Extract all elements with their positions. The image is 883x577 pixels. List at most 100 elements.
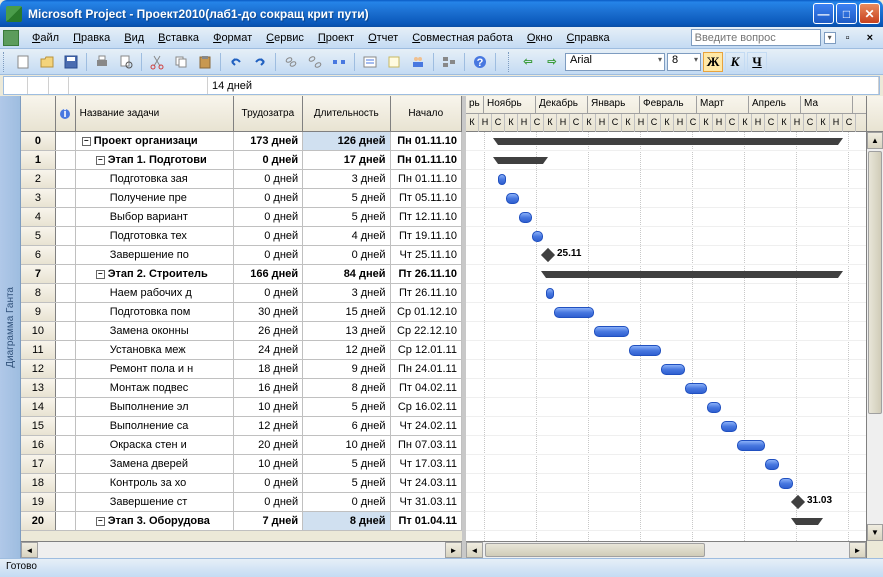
new-button[interactable]	[12, 51, 34, 73]
gantt-row[interactable]	[466, 227, 866, 246]
task-name-cell[interactable]: Выполнение са	[76, 417, 234, 435]
work-cell[interactable]: 0 дней	[234, 189, 303, 207]
work-cell[interactable]: 26 дней	[234, 322, 303, 340]
work-cell[interactable]: 0 дней	[234, 170, 303, 188]
scroll-left-button[interactable]: ◄	[21, 542, 38, 558]
duration-cell[interactable]: 15 дней	[303, 303, 390, 321]
duration-cell[interactable]: 5 дней	[303, 455, 390, 473]
duration-cell[interactable]: 13 дней	[303, 322, 390, 340]
task-name-cell[interactable]: Замена дверей	[76, 455, 234, 473]
table-row[interactable]: 20−Этап 3. Оборудова7 дней8 днейПт 01.04…	[21, 512, 462, 531]
minimize-button[interactable]: —	[813, 3, 834, 24]
redo-button[interactable]	[249, 51, 271, 73]
task-bar[interactable]	[532, 231, 543, 242]
info-cell[interactable]	[56, 227, 76, 245]
bold-button[interactable]: Ж	[703, 52, 723, 72]
menu-сервис[interactable]: Сервис	[259, 29, 311, 47]
task-name-cell[interactable]: Подготовка зая	[76, 170, 234, 188]
table-row[interactable]: 7−Этап 2. Строитель166 дней84 днейПт 26.…	[21, 265, 462, 284]
work-cell[interactable]: 12 дней	[234, 417, 303, 435]
grid-h-scrollbar[interactable]: ◄ ►	[21, 541, 462, 558]
info-cell[interactable]	[56, 208, 76, 226]
gantt-row[interactable]	[466, 512, 866, 531]
arrow-right-button[interactable]: ⇨	[541, 51, 563, 73]
duration-cell[interactable]: 9 дней	[303, 360, 390, 378]
duration-cell[interactable]: 0 дней	[303, 246, 390, 264]
outline-toggle[interactable]: −	[82, 137, 91, 146]
entry-value[interactable]: 14 дней	[208, 77, 879, 94]
gantt-row[interactable]	[466, 284, 866, 303]
print-button[interactable]	[91, 51, 113, 73]
row-id[interactable]: 16	[21, 436, 56, 454]
task-name-cell[interactable]: Замена оконны	[76, 322, 234, 340]
summary-bar[interactable]	[546, 271, 838, 278]
table-row[interactable]: 12Ремонт пола и н18 дней9 днейПн 24.01.1…	[21, 360, 462, 379]
task-name-cell[interactable]: −Проект организаци	[76, 132, 234, 150]
start-cell[interactable]: Чт 31.03.11	[391, 493, 462, 511]
v-scrollbar[interactable]: ▲ ▼	[866, 96, 883, 558]
work-cell[interactable]: 30 дней	[234, 303, 303, 321]
row-id[interactable]: 8	[21, 284, 56, 302]
help-dropdown[interactable]: ▾	[824, 32, 836, 44]
undo-button[interactable]	[225, 51, 247, 73]
task-name-cell[interactable]: Подготовка тех	[76, 227, 234, 245]
name-column-header[interactable]: Название задачи	[76, 96, 234, 131]
gantt-row[interactable]	[466, 341, 866, 360]
info-cell[interactable]	[56, 284, 76, 302]
duration-cell[interactable]: 4 дней	[303, 227, 390, 245]
row-id[interactable]: 2	[21, 170, 56, 188]
table-row[interactable]: 15Выполнение са12 дней6 днейЧт 24.02.11	[21, 417, 462, 436]
row-id[interactable]: 10	[21, 322, 56, 340]
duration-cell[interactable]: 5 дней	[303, 398, 390, 416]
info-cell[interactable]	[56, 189, 76, 207]
duration-cell[interactable]: 3 дней	[303, 284, 390, 302]
menu-совместная работа[interactable]: Совместная работа	[405, 29, 520, 47]
row-id[interactable]: 12	[21, 360, 56, 378]
menu-справка[interactable]: Справка	[559, 29, 616, 47]
gantt-row[interactable]	[466, 151, 866, 170]
milestone-marker[interactable]	[541, 248, 555, 262]
mdi-close-button[interactable]: ×	[860, 29, 880, 47]
gantt-scroll-thumb[interactable]	[485, 543, 705, 557]
task-bar[interactable]	[779, 478, 793, 489]
start-cell[interactable]: Пн 01.11.10	[391, 151, 463, 169]
toolbar-gripper[interactable]	[3, 52, 8, 72]
work-column-header[interactable]: Трудозатра	[234, 96, 304, 131]
info-cell[interactable]	[56, 379, 76, 397]
task-name-cell[interactable]: Окраска стен и	[76, 436, 234, 454]
task-name-cell[interactable]: Выбор вариант	[76, 208, 234, 226]
row-id[interactable]: 18	[21, 474, 56, 492]
italic-button[interactable]: К	[725, 52, 745, 72]
task-name-cell[interactable]: Контроль за хо	[76, 474, 234, 492]
gantt-scroll-right-button[interactable]: ►	[849, 542, 866, 558]
task-bar[interactable]	[506, 193, 519, 204]
summary-bar[interactable]	[498, 138, 838, 145]
start-cell[interactable]: Пн 01.11.10	[391, 132, 463, 150]
table-row[interactable]: 10Замена оконны26 дней13 днейСр 22.12.10	[21, 322, 462, 341]
start-cell[interactable]: Пт 05.11.10	[391, 189, 462, 207]
mdi-restore-button[interactable]: ▫	[839, 29, 857, 47]
gantt-h-scrollbar[interactable]: ◄ ►	[466, 541, 866, 558]
milestone-marker[interactable]	[791, 495, 805, 509]
info-cell[interactable]	[56, 265, 76, 283]
task-bar[interactable]	[629, 345, 661, 356]
task-name-cell[interactable]: −Этап 1. Подготови	[76, 151, 234, 169]
start-cell[interactable]: Пт 04.02.11	[391, 379, 462, 397]
row-id[interactable]: 9	[21, 303, 56, 321]
duration-cell[interactable]: 8 дней	[303, 512, 390, 530]
menu-отчет[interactable]: Отчет	[361, 29, 405, 47]
table-row[interactable]: 13Монтаж подвес16 дней8 днейПт 04.02.11	[21, 379, 462, 398]
save-button[interactable]	[60, 51, 82, 73]
row-id[interactable]: 15	[21, 417, 56, 435]
info-cell[interactable]	[56, 170, 76, 188]
table-row[interactable]: 17Замена дверей10 дней5 днейЧт 17.03.11	[21, 455, 462, 474]
table-row[interactable]: 3Получение пре0 дней5 днейПт 05.11.10	[21, 189, 462, 208]
info-cell[interactable]	[56, 455, 76, 473]
table-row[interactable]: 5Подготовка тех0 дней4 днейПт 19.11.10	[21, 227, 462, 246]
row-id[interactable]: 7	[21, 265, 56, 283]
work-cell[interactable]: 0 дней	[234, 474, 303, 492]
work-cell[interactable]: 18 дней	[234, 360, 303, 378]
info-cell[interactable]	[56, 360, 76, 378]
table-row[interactable]: 19Завершение ст0 дней0 днейЧт 31.03.11	[21, 493, 462, 512]
outline-toggle[interactable]: −	[96, 156, 105, 165]
